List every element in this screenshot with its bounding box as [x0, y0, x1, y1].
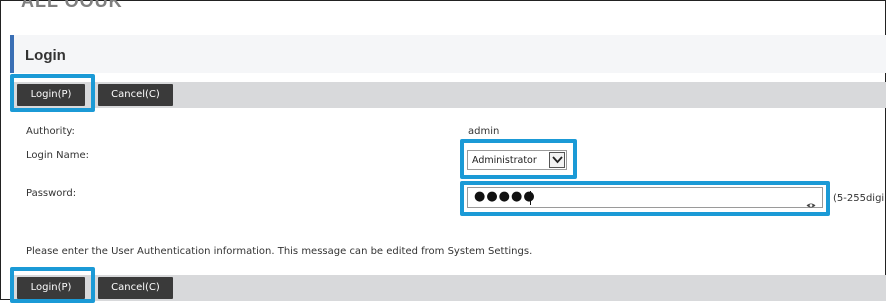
highlight-box-login-top: [10, 74, 95, 112]
authority-label: Authority:: [26, 126, 75, 137]
highlight-box-login-bottom: [10, 267, 95, 303]
password-label: Password:: [26, 188, 77, 199]
top-toolbar: Login(P) Cancel(C): [10, 82, 886, 108]
highlight-box-password: [460, 181, 830, 216]
cancel-button-bottom[interactable]: Cancel(C): [98, 277, 173, 299]
cancel-button-top[interactable]: Cancel(C): [98, 84, 173, 106]
password-hint: (5-255digi: [833, 193, 885, 204]
login-page: ALL OOUK Login Login(P) Cancel(C) Author…: [0, 0, 886, 303]
authority-value: admin: [468, 126, 500, 137]
highlight-box-login-name: [460, 139, 577, 179]
page-title: Login: [25, 47, 66, 64]
page-header: Login: [10, 35, 886, 73]
bottom-toolbar: Login(P) Cancel(C): [10, 275, 886, 301]
authentication-message: Please enter the User Authentication inf…: [26, 246, 533, 257]
login-name-label: Login Name:: [26, 150, 90, 161]
top-title-partial: ALL OOUK: [21, 0, 123, 11]
